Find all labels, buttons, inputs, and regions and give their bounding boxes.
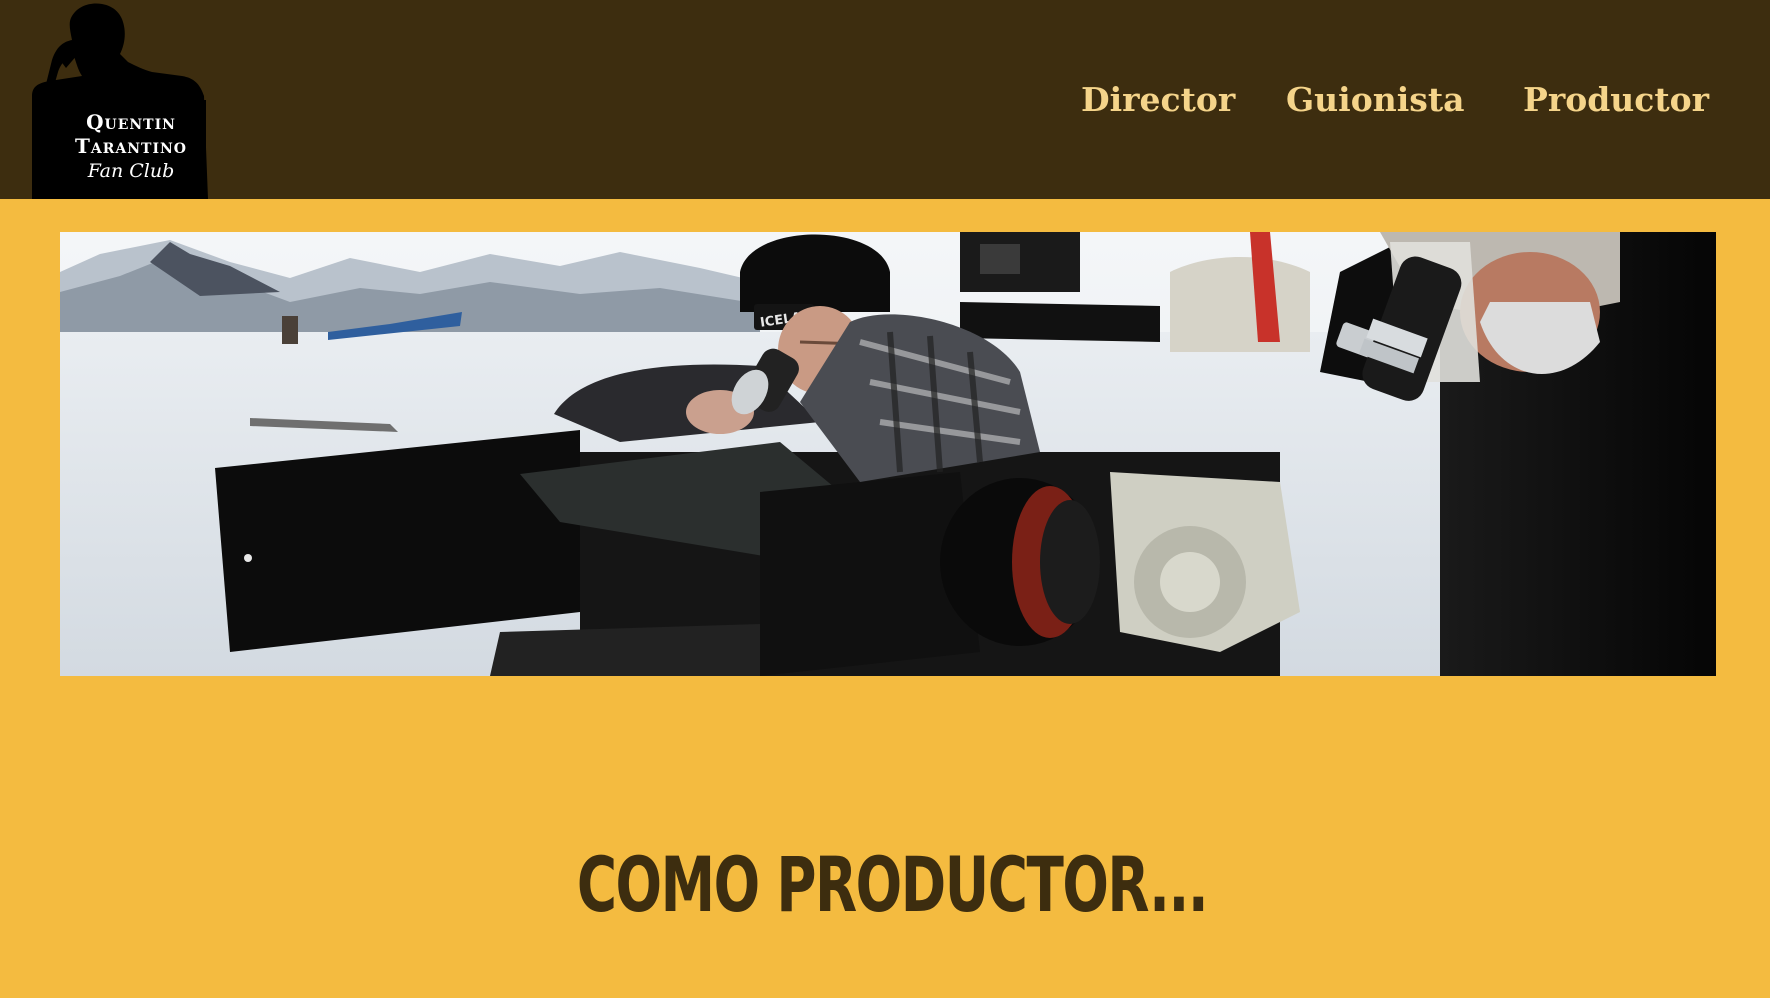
nav-link-director[interactable]: Director <box>1081 74 1235 126</box>
hero-photo-icon: ICELAND <box>60 232 1716 676</box>
logo-line-tarantino: Tarantino <box>75 134 187 158</box>
section-title: COMO PRODUCTOR... <box>576 839 1209 929</box>
hero-image: ICELAND <box>60 232 1716 676</box>
main-nav: Director Guionista Productor <box>0 74 1770 126</box>
site-header: Quentin Tarantino Fan Club Director Guio… <box>0 0 1770 199</box>
logo-line-fan-club: Fan Club <box>87 160 175 182</box>
nav-link-productor[interactable]: Productor <box>1523 74 1709 126</box>
nav-link-guionista[interactable]: Guionista <box>1286 74 1464 126</box>
